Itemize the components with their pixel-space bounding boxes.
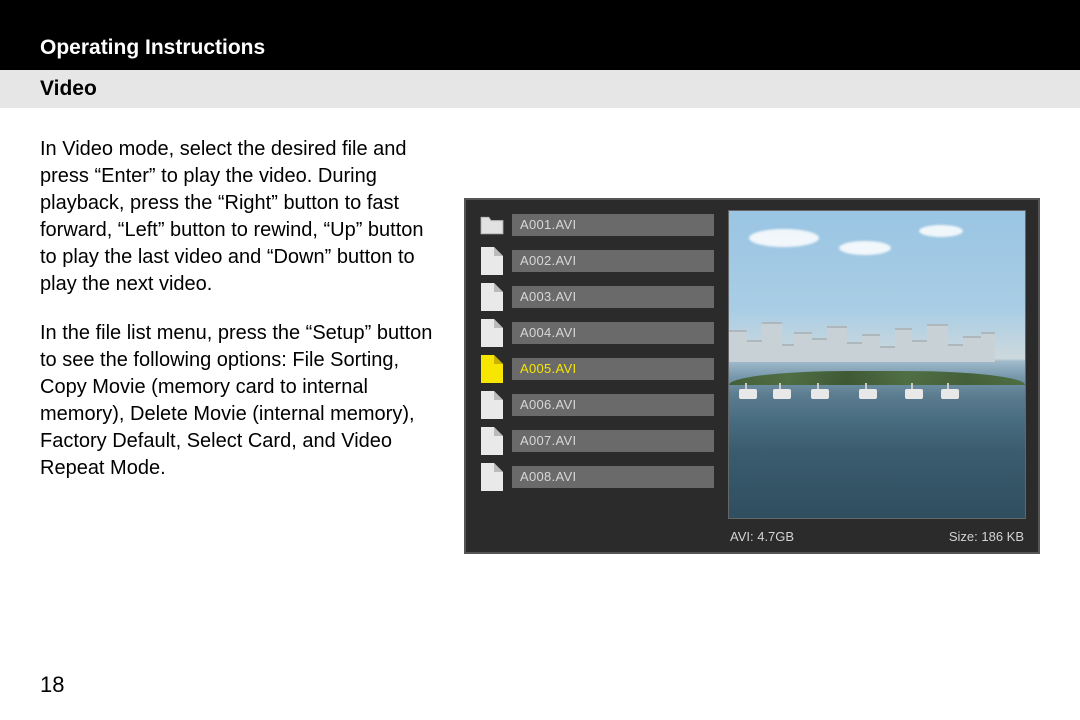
file-row[interactable]: A002.AVI	[478, 246, 714, 276]
instruction-paragraph: In Video mode, select the desired file a…	[40, 136, 440, 298]
file-name-label: A006.AVI	[512, 394, 714, 416]
page-number: 18	[40, 672, 64, 698]
file-row[interactable]: A001.AVI	[478, 210, 714, 240]
file-name-label: A004.AVI	[512, 322, 714, 344]
file-info-bar: AVI: 4.7GB Size: 186 KB	[728, 519, 1026, 544]
instruction-paragraph: In the file list menu, press the “Setup”…	[40, 320, 440, 482]
file-row[interactable]: A006.AVI	[478, 390, 714, 420]
file-icon	[478, 390, 506, 420]
info-total-size: AVI: 4.7GB	[730, 529, 794, 544]
file-icon	[478, 318, 506, 348]
preview-pane: AVI: 4.7GB Size: 186 KB	[728, 210, 1026, 544]
info-file-size: Size: 186 KB	[949, 529, 1024, 544]
file-name-label: A005.AVI	[512, 358, 714, 380]
file-row[interactable]: A005.AVI	[478, 354, 714, 384]
file-row[interactable]: A008.AVI	[478, 462, 714, 492]
file-row[interactable]: A007.AVI	[478, 426, 714, 456]
chapter-title: Operating Instructions	[40, 36, 265, 59]
instruction-text: In Video mode, select the desired file a…	[40, 136, 440, 554]
file-icon	[478, 282, 506, 312]
file-name-label: A003.AVI	[512, 286, 714, 308]
file-icon	[478, 354, 506, 384]
section-title: Video	[40, 77, 97, 100]
video-thumbnail	[728, 210, 1026, 519]
device-screenshot: A001.AVI A002.AVI A003.AVI A004.AVI A005.AVI…	[464, 198, 1040, 554]
file-name-label: A002.AVI	[512, 250, 714, 272]
chapter-header: Operating Instructions	[0, 0, 1080, 70]
folder-icon	[478, 210, 506, 240]
file-name-label: A007.AVI	[512, 430, 714, 452]
file-name-label: A008.AVI	[512, 466, 714, 488]
file-row[interactable]: A003.AVI	[478, 282, 714, 312]
file-icon	[478, 462, 506, 492]
file-name-label: A001.AVI	[512, 214, 714, 236]
file-icon	[478, 246, 506, 276]
file-list: A001.AVI A002.AVI A003.AVI A004.AVI A005.AVI…	[478, 210, 714, 544]
file-row[interactable]: A004.AVI	[478, 318, 714, 348]
file-icon	[478, 426, 506, 456]
section-header: Video	[0, 70, 1080, 108]
